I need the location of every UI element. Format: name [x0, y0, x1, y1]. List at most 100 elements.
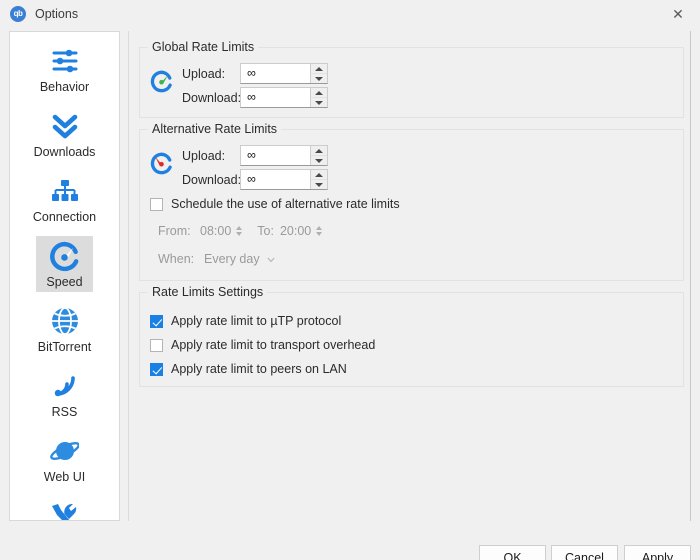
caret-up-icon: [315, 90, 323, 95]
sidebar-item-connection[interactable]: Connection: [10, 162, 119, 227]
spin-up-button[interactable]: [311, 146, 327, 156]
caret-down-icon: [315, 76, 323, 81]
from-time-spinbox[interactable]: 08:00: [200, 223, 243, 239]
apply-rate-limit-utp-row[interactable]: Apply rate limit to µTP protocol: [150, 314, 341, 328]
global-upload-spin-buttons[interactable]: [310, 64, 327, 83]
caret-down-icon: [235, 232, 242, 236]
tools-icon: [47, 499, 81, 520]
global-upload-label: Upload:: [182, 66, 226, 81]
schedule-when-row: When: Every day: [158, 249, 280, 268]
group-title: Global Rate Limits: [148, 40, 259, 54]
global-download-spin-buttons[interactable]: [310, 88, 327, 107]
close-icon[interactable]: ✕: [656, 0, 700, 27]
spin-up-button[interactable]: [311, 88, 327, 98]
alt-upload-spinbox[interactable]: ∞: [240, 145, 328, 166]
sidebar-item-speed[interactable]: Speed: [10, 227, 119, 292]
sidebar-item-bittorrent[interactable]: BitTorrent: [10, 292, 119, 357]
sidebar-item-label: BitTorrent: [37, 340, 92, 354]
global-download-row: Download: ∞: [182, 87, 328, 108]
sidebar-item-label: Behavior: [39, 80, 90, 94]
spin-down-button[interactable]: [311, 156, 327, 165]
group-title: Alternative Rate Limits: [148, 122, 282, 136]
when-label: When:: [158, 251, 195, 266]
caret-up-icon: [315, 148, 323, 153]
global-download-value: ∞: [247, 90, 256, 105]
globe-icon: [48, 304, 82, 338]
alt-download-value: ∞: [247, 172, 256, 187]
caret-up-icon: [315, 172, 323, 177]
spin-up-button[interactable]: [311, 170, 327, 180]
alternative-rate-limits-group: Alternative Rate Limits Upload: ∞ Downlo…: [139, 122, 684, 281]
to-time-value: 20:00: [279, 224, 312, 238]
caret-down-icon: [315, 182, 323, 187]
apply-rate-limit-lan-row[interactable]: Apply rate limit to peers on LAN: [150, 362, 347, 376]
apply-rate-limit-overhead-checkbox[interactable]: [150, 338, 163, 352]
sliders-icon: [48, 44, 82, 78]
schedule-alt-limits-checkbox[interactable]: [150, 197, 163, 211]
spin-up-button[interactable]: [311, 64, 327, 74]
settings-sidebar[interactable]: Behavior Downloads Connection Speed BitT…: [9, 31, 120, 521]
apply-rate-limit-utp-label: Apply rate limit to µTP protocol: [171, 314, 342, 328]
from-time-spin-buttons[interactable]: [234, 223, 243, 239]
apply-rate-limit-overhead-row[interactable]: Apply rate limit to transport overhead: [150, 338, 375, 352]
cancel-button[interactable]: Cancel: [551, 545, 618, 560]
from-label: From:: [158, 224, 191, 238]
alt-download-label: Download:: [182, 172, 242, 187]
schedule-alt-limits-checkbox-row[interactable]: Schedule the use of alternative rate lim…: [150, 197, 400, 211]
caret-up-icon: [235, 226, 242, 230]
rate-limits-settings-group: Rate Limits Settings Apply rate limit to…: [139, 285, 684, 387]
sidebar-item-label: Downloads: [33, 145, 96, 159]
sidebar-item-behavior[interactable]: Behavior: [10, 32, 119, 97]
dialog-footer: OK Cancel Apply: [0, 524, 700, 560]
sidebar-item-label: Speed: [46, 275, 83, 289]
global-upload-spinbox[interactable]: ∞: [240, 63, 328, 84]
ok-button[interactable]: OK: [479, 545, 546, 560]
alt-upload-label: Upload:: [182, 148, 226, 163]
from-time-value: 08:00: [200, 224, 232, 238]
when-dropdown[interactable]: Every day: [200, 249, 280, 268]
app-icon-text: qb: [13, 8, 23, 18]
double-chevron-down-icon: [48, 109, 82, 143]
alt-upload-row: Upload: ∞: [182, 145, 328, 166]
alt-upload-spin-buttons[interactable]: [310, 146, 327, 165]
caret-down-icon: [315, 100, 323, 105]
schedule-time-row: From: 08:00 To: 20:00: [158, 223, 323, 239]
alt-download-spinbox[interactable]: ∞: [240, 169, 328, 190]
caret-up-icon: [315, 66, 323, 71]
caret-down-icon: [315, 232, 322, 236]
sidebar-item-rss[interactable]: RSS: [10, 357, 119, 422]
apply-rate-limit-lan-checkbox[interactable]: [150, 362, 163, 376]
schedule-alt-limits-label: Schedule the use of alternative rate lim…: [171, 197, 400, 211]
spin-down-button[interactable]: [311, 98, 327, 107]
sidebar-item-web-ui[interactable]: Web UI: [10, 422, 119, 487]
apply-rate-limit-overhead-label: Apply rate limit to transport overhead: [171, 338, 376, 352]
to-time-spinbox[interactable]: 20:00: [280, 223, 323, 239]
dialog-body: Behavior Downloads Connection Speed BitT…: [0, 27, 700, 560]
apply-button[interactable]: Apply: [624, 545, 691, 560]
qbittorrent-logo-icon: qb: [10, 5, 26, 22]
rss-icon: [48, 369, 82, 403]
alt-upload-value: ∞: [247, 148, 256, 163]
global-upload-value: ∞: [247, 66, 256, 81]
group-title: Rate Limits Settings: [148, 285, 268, 299]
global-download-spinbox[interactable]: ∞: [240, 87, 328, 108]
when-dropdown-value: Every day: [204, 251, 260, 266]
window-title: Options: [35, 6, 79, 21]
sidebar-item-downloads[interactable]: Downloads: [10, 97, 119, 162]
speedometer-green-icon: [148, 66, 174, 96]
speedometer-red-icon: [148, 148, 174, 178]
caret-down-icon: [315, 158, 323, 163]
speedometer-icon: [48, 239, 82, 273]
sidebar-item-advanced[interactable]: Advanced: [10, 487, 119, 520]
spin-down-button[interactable]: [311, 180, 327, 189]
global-upload-row: Upload: ∞: [182, 63, 328, 84]
alt-download-spin-buttons[interactable]: [310, 170, 327, 189]
network-icon: [48, 174, 82, 208]
caret-up-icon: [315, 226, 322, 230]
apply-rate-limit-utp-checkbox[interactable]: [150, 314, 163, 328]
title-bar: qb Options ✕: [0, 0, 700, 27]
chevron-down-icon: [267, 257, 275, 264]
to-time-spin-buttons[interactable]: [314, 223, 323, 239]
sidebar-item-label: Connection: [32, 210, 97, 224]
spin-down-button[interactable]: [311, 74, 327, 83]
